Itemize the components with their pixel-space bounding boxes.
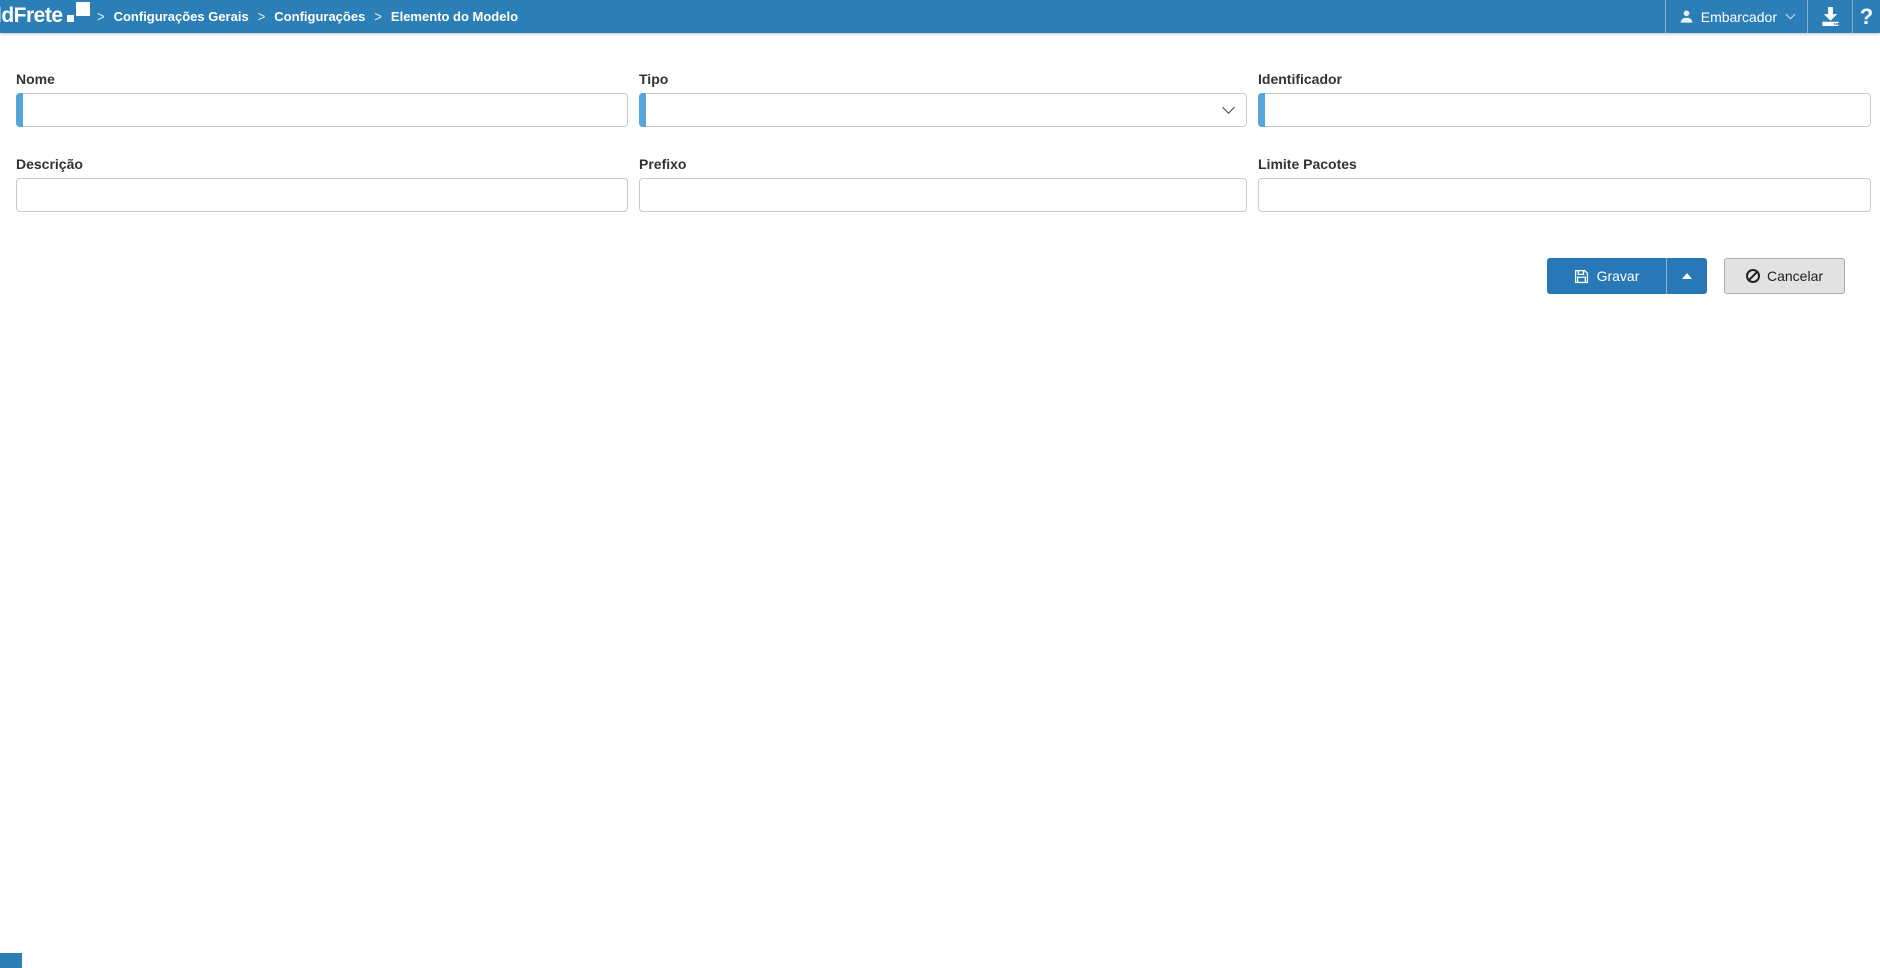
nome-input[interactable] xyxy=(16,93,628,127)
help-icon: ? xyxy=(1859,4,1874,29)
field-limite-pacotes: Limite Pacotes xyxy=(1258,156,1871,212)
limite-pacotes-label: Limite Pacotes xyxy=(1258,156,1357,172)
user-icon xyxy=(1680,10,1693,23)
caret-up-icon xyxy=(1682,273,1692,279)
breadcrumb: > Configurações Gerais > Configurações >… xyxy=(97,0,518,33)
save-options-caret-button[interactable] xyxy=(1667,258,1707,294)
logo-mark-small-square-icon xyxy=(67,15,74,22)
help-button[interactable]: ? xyxy=(1852,0,1880,33)
field-tipo: Tipo xyxy=(639,71,1247,127)
form-actions: Gravar Cancelar xyxy=(1547,258,1845,294)
breadcrumb-separator-icon: > xyxy=(257,7,266,26)
chevron-down-icon xyxy=(1785,9,1796,20)
breadcrumb-item-configuracoes-gerais[interactable]: Configurações Gerais xyxy=(114,9,249,24)
save-button-label: Gravar xyxy=(1596,268,1640,284)
descricao-input[interactable] xyxy=(16,178,628,212)
breadcrumb-item-elemento-do-modelo[interactable]: Elemento do Modelo xyxy=(391,9,518,24)
field-prefixo: Prefixo xyxy=(639,156,1247,212)
ban-circle-icon xyxy=(1745,269,1760,283)
download-icon xyxy=(1821,6,1839,27)
top-navbar: ddFrete > Configurações Gerais > Configu… xyxy=(0,0,1880,33)
identificador-input[interactable] xyxy=(1258,93,1871,127)
tipo-select[interactable] xyxy=(639,93,1247,127)
user-menu-label: Embarcador xyxy=(1700,8,1777,25)
app-logo-text: ddFrete xyxy=(0,4,63,27)
breadcrumb-separator-icon: > xyxy=(97,7,105,26)
floppy-disk-icon xyxy=(1574,269,1588,283)
user-profile-menu[interactable]: Embarcador xyxy=(1664,0,1807,33)
download-button[interactable] xyxy=(1807,0,1852,33)
cancel-button-label: Cancelar xyxy=(1766,268,1824,284)
prefixo-input[interactable] xyxy=(639,178,1247,212)
save-split-button: Gravar xyxy=(1547,258,1707,294)
nome-label: Nome xyxy=(16,71,55,87)
breadcrumb-separator-icon: > xyxy=(374,7,382,26)
cancel-button[interactable]: Cancelar xyxy=(1724,258,1845,294)
breadcrumb-item-configuracoes[interactable]: Configurações xyxy=(274,9,365,24)
field-identificador: Identificador xyxy=(1258,71,1871,127)
prefixo-label: Prefixo xyxy=(639,156,687,172)
descricao-label: Descrição xyxy=(16,156,83,172)
floating-widget-cutoff[interactable] xyxy=(0,953,22,968)
elemento-do-modelo-form: Nome Tipo Identificador Descrição Prefix… xyxy=(16,71,1871,212)
field-descricao: Descrição xyxy=(16,156,628,212)
save-button[interactable]: Gravar xyxy=(1547,258,1667,294)
logo-mark-big-square-icon xyxy=(76,2,90,16)
identificador-label: Identificador xyxy=(1258,71,1343,87)
tipo-label: Tipo xyxy=(639,71,669,87)
field-nome: Nome xyxy=(16,71,628,127)
limite-pacotes-input[interactable] xyxy=(1258,178,1871,212)
